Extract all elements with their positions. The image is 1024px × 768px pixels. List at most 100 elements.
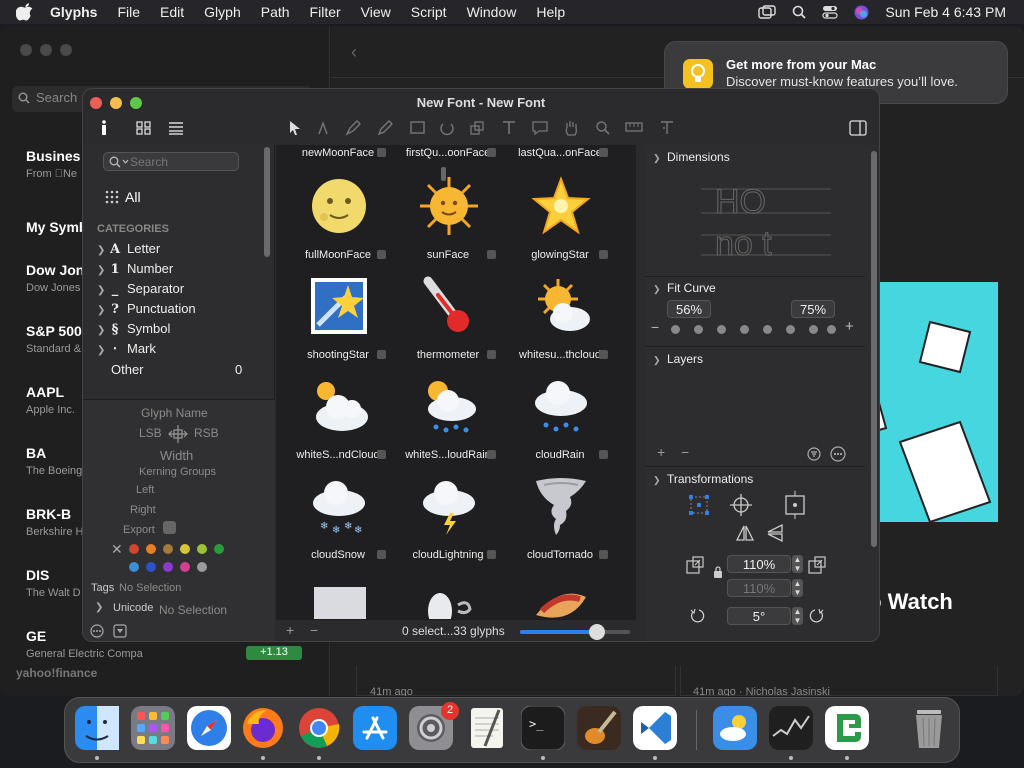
layers-section[interactable]: ❯ Layers — [653, 352, 703, 366]
glyph-checkbox[interactable] — [377, 550, 386, 559]
category-separator[interactable]: ❯ _ Separator — [97, 281, 184, 301]
crosshair-icon[interactable] — [729, 493, 753, 517]
dropdown-menu-icon[interactable] — [113, 624, 127, 638]
pen-tool-icon[interactable] — [345, 120, 363, 136]
flip-vertical-icon[interactable] — [765, 523, 785, 543]
color-swatch[interactable] — [197, 544, 207, 554]
metrics-link-icon[interactable] — [168, 424, 188, 444]
glyph-cell-whitesuncloudrain[interactable]: whiteS...loudRain — [394, 369, 502, 465]
glyph-checkbox[interactable] — [377, 250, 386, 259]
remove-layer-button[interactable]: − — [681, 444, 689, 460]
color-swatch[interactable] — [163, 562, 173, 572]
add-layer-button[interactable]: + — [657, 444, 665, 460]
dock-firefox[interactable] — [241, 706, 285, 750]
fit-curve-decrease-button[interactable]: − — [651, 319, 659, 335]
chevron-down-icon[interactable]: ❯ — [653, 475, 667, 486]
dock-safari[interactable] — [187, 706, 231, 750]
stock-change-pill[interactable]: +1.13 — [246, 646, 302, 660]
grid-view-icon[interactable] — [136, 121, 152, 135]
category-mark[interactable]: ❯ ‧ Mark — [97, 341, 156, 361]
transformations-section[interactable]: ❯ Transformations — [653, 472, 753, 486]
category-punctuation[interactable]: ❯? Punctuation — [97, 301, 196, 321]
fit-curve-dot[interactable] — [694, 325, 703, 334]
glyph-cell[interactable]: firstQu...oonFace — [394, 145, 502, 163]
dock-terminal[interactable]: >_ — [520, 705, 566, 751]
text-tool-icon[interactable] — [501, 120, 517, 136]
remove-glyph-button[interactable]: − — [310, 622, 318, 638]
glyph-cell-fullmoonface[interactable]: fullMoonFace — [284, 169, 392, 265]
color-swatch[interactable] — [163, 544, 173, 554]
grid-scrollbar[interactable] — [441, 167, 446, 181]
lock-icon[interactable] — [713, 566, 723, 578]
category-all[interactable]: All — [105, 189, 141, 205]
fit-curve-low-field[interactable]: 56% — [667, 300, 711, 318]
draw-tool-icon[interactable] — [317, 120, 331, 136]
glyph-checkbox[interactable] — [487, 550, 496, 559]
glyph-cell[interactable]: lastQua...onFace — [506, 145, 614, 163]
glyph-checkbox[interactable] — [487, 250, 496, 259]
control-center-icon[interactable] — [822, 5, 838, 19]
color-swatch[interactable] — [180, 544, 190, 554]
select-tool-icon[interactable] — [287, 120, 303, 136]
color-swatch[interactable] — [197, 562, 207, 572]
glyph-cell-cloudrain[interactable]: cloudRain — [506, 369, 614, 465]
export-checkbox[interactable] — [163, 521, 176, 534]
fit-curve-increase-button[interactable]: + — [845, 318, 854, 335]
layer-filter-icon[interactable] — [807, 447, 821, 461]
glyph-checkbox[interactable] — [599, 450, 608, 459]
menu-view[interactable]: View — [351, 4, 401, 20]
scale-up-icon[interactable] — [807, 555, 827, 575]
dimensions-section[interactable]: ❯ Dimensions — [653, 150, 730, 164]
fit-curve-section[interactable]: ❯ Fit Curve — [653, 281, 716, 295]
glyph-checkbox[interactable] — [377, 450, 386, 459]
color-swatch[interactable] — [146, 562, 156, 572]
dock-glyphs[interactable] — [825, 706, 869, 750]
glyph-cell-whitesunsmallcloud[interactable]: whiteS...ndCloud — [284, 369, 392, 465]
chevron-right-icon[interactable]: ❯ — [97, 265, 107, 276]
color-swatch[interactable] — [214, 544, 224, 554]
menu-edit[interactable]: Edit — [150, 4, 194, 20]
glyph-name-field[interactable]: Glyph Name — [141, 406, 208, 420]
dock-launchpad[interactable] — [131, 706, 175, 750]
chevron-down-icon[interactable]: ❯ — [653, 284, 667, 295]
dock-trash[interactable] — [907, 706, 951, 750]
glyph-cell-glowingstar[interactable]: glowingStar — [506, 169, 614, 265]
zoom-button[interactable] — [60, 44, 72, 56]
apple-icon[interactable] — [16, 3, 34, 21]
glyph-checkbox[interactable] — [599, 550, 608, 559]
fit-curve-dot[interactable] — [827, 325, 836, 334]
menu-clock[interactable]: Sun Feb 4 6:43 PM — [885, 4, 1006, 20]
dock-chrome[interactable] — [297, 706, 341, 750]
fit-curve-dot[interactable] — [786, 325, 795, 334]
category-number[interactable]: ❯ 1 Number — [97, 261, 173, 281]
measure-tool-icon[interactable] — [625, 122, 643, 132]
glyph-cell-thermometer[interactable]: thermometer — [394, 269, 502, 365]
inspector-scrollbar[interactable] — [871, 151, 877, 547]
dock-weather[interactable] — [713, 706, 757, 750]
glyph-checkbox[interactable] — [599, 148, 608, 157]
glyph-checkbox[interactable] — [487, 350, 496, 359]
fit-curve-dot[interactable] — [740, 325, 749, 334]
fit-curve-dot[interactable] — [717, 325, 726, 334]
chevron-right-icon[interactable]: ❯ — [97, 285, 107, 296]
kerning-right-field[interactable]: Right — [130, 504, 156, 516]
rotate-tool-icon[interactable] — [439, 120, 455, 136]
chevron-right-icon[interactable]: ❯ — [97, 325, 107, 336]
color-swatch[interactable] — [129, 562, 139, 572]
menu-path[interactable]: Path — [251, 4, 300, 20]
glyph-cell[interactable] — [284, 569, 392, 620]
glyph-cell[interactable]: newMoonFace — [284, 145, 392, 163]
menu-app[interactable]: Glyphs — [44, 4, 107, 20]
color-swatch[interactable] — [146, 544, 156, 554]
dock-finder[interactable] — [75, 706, 119, 750]
dock-app-store[interactable] — [353, 706, 397, 750]
chevron-down-icon[interactable]: ❯ — [653, 153, 667, 164]
clear-color-icon[interactable]: ✕ — [111, 541, 123, 558]
dock-vscode[interactable] — [633, 706, 677, 750]
menu-window[interactable]: Window — [457, 4, 527, 20]
dock-textedit[interactable] — [465, 706, 509, 750]
glyph-checkbox[interactable] — [487, 148, 496, 157]
rsb-field[interactable]: RSB — [194, 426, 219, 440]
scale-x-field[interactable]: 110% — [727, 555, 791, 573]
fit-curve-dot[interactable] — [671, 325, 680, 334]
